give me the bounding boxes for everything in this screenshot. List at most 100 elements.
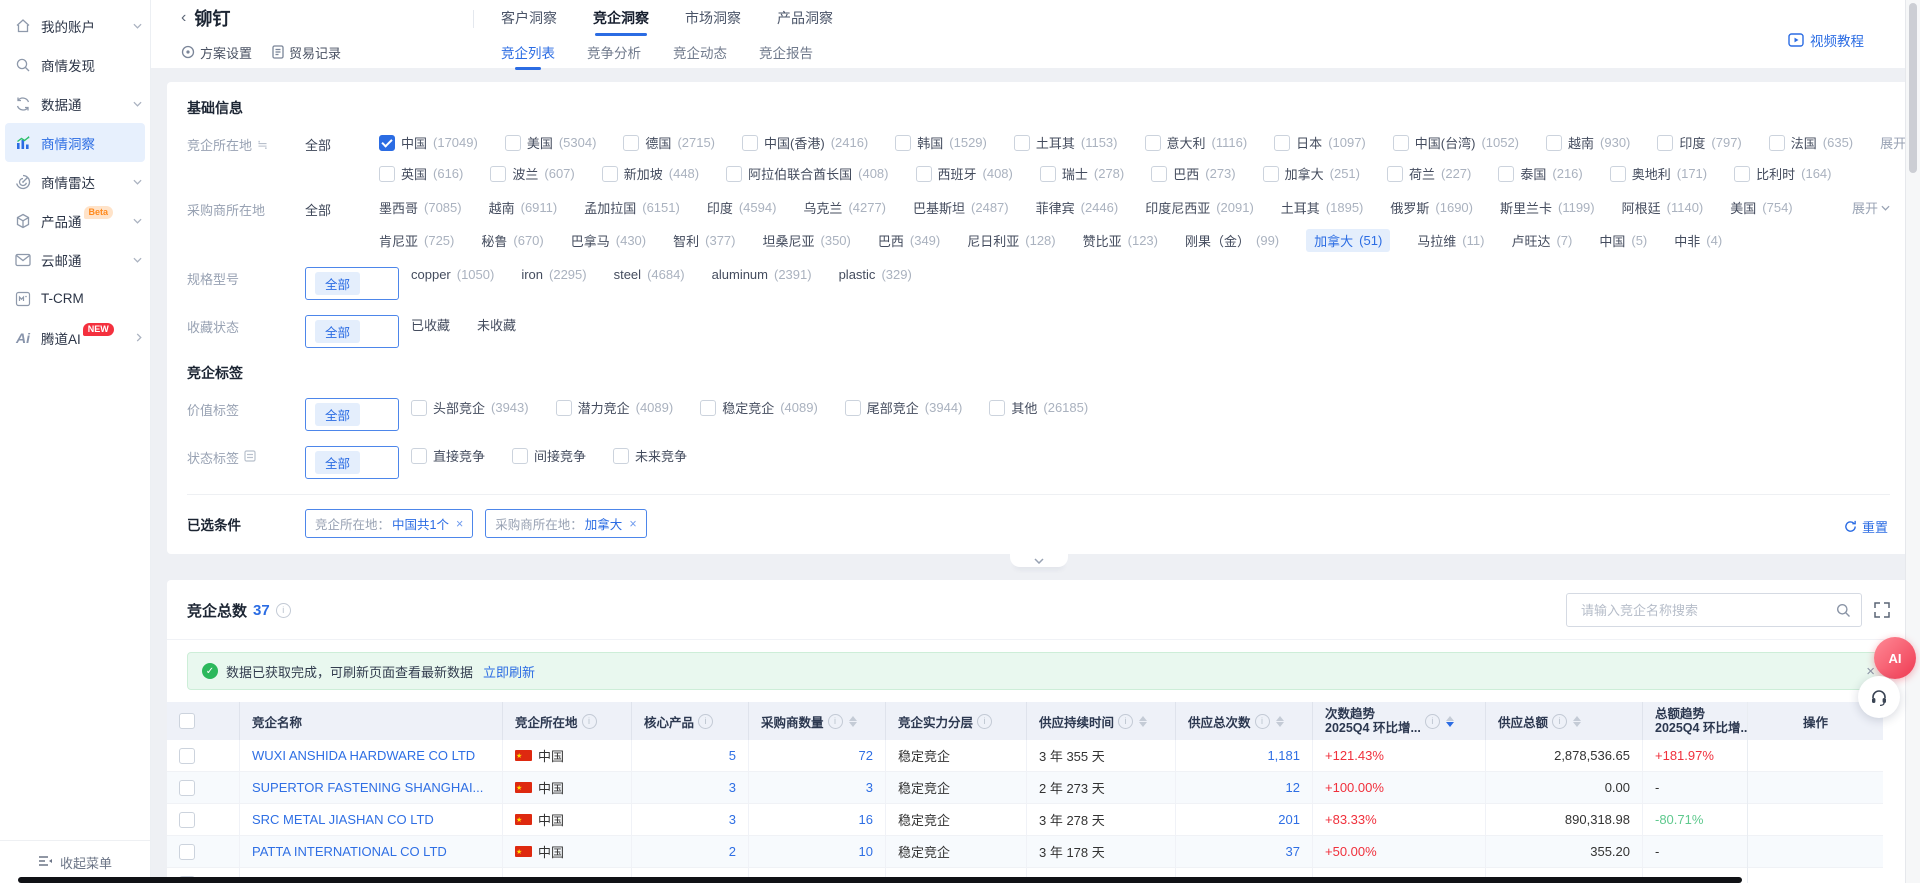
filter-option[interactable]: 德国(2715) [623,133,715,152]
fullscreen-icon[interactable] [1874,602,1890,618]
checkbox[interactable] [1657,135,1673,151]
filter-all-option[interactable]: 全部 [305,267,399,300]
supply-times-count[interactable]: 1,181 [1267,748,1300,763]
filter-option[interactable]: 奥地利(171) [1610,164,1707,183]
sidebar-item-biz-discovery[interactable]: 商情发现 [0,45,150,84]
sidebar-item-product-hub[interactable]: 产品通Beta [0,201,150,240]
filter-option[interactable]: 印度(4594) [707,198,777,217]
checkbox[interactable] [1734,166,1750,182]
expand-button[interactable]: 展开 [1852,198,1890,217]
refresh-now-link[interactable]: 立即刷新 [483,662,535,681]
filter-option[interactable]: 潜力竞企(4089) [556,398,674,417]
filter-option[interactable]: 意大利(1116) [1145,133,1248,152]
sidebar-item-biz-radar[interactable]: 商情雷达 [0,162,150,201]
checkbox[interactable] [916,166,932,182]
sort-icon[interactable] [1139,716,1147,727]
tab-客户洞察[interactable]: 客户洞察 [501,0,557,36]
filter-option[interactable]: 巴西(349) [878,231,940,250]
company-name-link[interactable]: PATTA INTERNATIONAL CO LTD [252,844,447,859]
buyers-count[interactable]: 3 [866,780,873,795]
checkbox[interactable] [490,166,506,182]
competitor-search-input[interactable] [1579,602,1836,619]
filter-option[interactable]: 韩国(1529) [895,133,987,152]
supply-times-count[interactable]: 12 [1286,780,1300,795]
checkbox[interactable] [1610,166,1626,182]
collapse-filters-tab[interactable] [1010,554,1068,567]
vertical-scrollbar-thumb[interactable] [1909,3,1917,173]
filter-all-option[interactable]: 全部 [305,133,379,154]
checkbox[interactable] [845,400,861,416]
filter-option[interactable]: 马拉维(11) [1417,231,1484,250]
filter-option[interactable]: 肯尼亚(725) [379,231,454,250]
supply-times-count[interactable]: 37 [1286,844,1300,859]
filter-option[interactable]: 墨西哥(7085) [379,198,462,217]
checkbox[interactable] [505,135,521,151]
filter-option[interactable]: 间接竞争 [512,446,586,465]
filter-option[interactable]: 赞比亚(123) [1083,231,1158,250]
filter-option[interactable]: 巴基斯坦(2487) [913,198,1009,217]
checkbox-checked[interactable] [379,135,395,151]
filter-option[interactable]: 未来竞争 [613,446,687,465]
checkbox[interactable] [411,448,427,464]
sort-icon[interactable] [1446,716,1454,727]
core-products-count[interactable]: 3 [729,780,736,795]
tab-产品洞察[interactable]: 产品洞察 [777,0,833,36]
checkbox[interactable] [742,135,758,151]
checkbox[interactable] [512,448,528,464]
subtab-竞争分析[interactable]: 竞争分析 [587,42,641,62]
filter-option[interactable]: 乌克兰(4277) [803,198,886,217]
supply-times-count[interactable]: 201 [1278,812,1300,827]
core-products-count[interactable]: 5 [729,748,736,763]
horizontal-scrollbar[interactable] [18,877,1742,883]
filter-option[interactable]: plastic(329) [839,267,912,282]
filter-option[interactable]: aluminum(2391) [712,267,812,282]
remove-chip-icon[interactable]: × [456,517,463,531]
filter-option[interactable]: 土耳其(1153) [1014,133,1118,152]
company-name-link[interactable]: WUXI ANSHIDA HARDWARE CO LTD [252,748,475,763]
filter-option[interactable]: 比利时(164) [1734,164,1831,183]
filter-option[interactable]: 加拿大(51) [1306,229,1390,252]
filter-option[interactable]: 中非(4) [1674,231,1722,250]
filter-all-option[interactable]: 全部 [305,198,379,219]
row-checkbox[interactable] [179,844,195,860]
filter-option[interactable]: 波兰(607) [490,164,574,183]
filter-option[interactable]: 中国(5) [1599,231,1647,250]
checkbox[interactable] [613,448,629,464]
checkbox[interactable] [1546,135,1562,151]
filter-option[interactable]: 越南(6911) [489,198,558,217]
row-checkbox[interactable] [179,748,195,764]
sidebar-item-my-account[interactable]: 我的账户 [0,6,150,45]
checkbox[interactable] [1014,135,1030,151]
filter-option[interactable]: 越南(930) [1546,133,1630,152]
filter-option[interactable]: 头部竞企(3943) [411,398,529,417]
plan-settings-button[interactable]: 方案设置 [181,43,252,62]
filter-option[interactable]: 巴西(273) [1151,164,1235,183]
sidebar-item-biz-insight[interactable]: 商情洞察 [5,123,145,162]
back-icon[interactable]: ‹ [181,9,186,27]
filter-option[interactable]: 稳定竞企(4089) [700,398,818,417]
filter-option[interactable]: 中国(香港)(2416) [742,133,868,152]
sidebar-item-tendata-ai[interactable]: Ai腾道AINEW [0,318,150,357]
filter-option[interactable]: 尼日利亚(128) [967,231,1055,250]
checkbox[interactable] [1151,166,1167,182]
remove-chip-icon[interactable]: × [629,517,636,531]
filter-option[interactable]: 荷兰(227) [1387,164,1471,183]
filter-option[interactable]: 坦桑尼亚(350) [763,231,851,250]
checkbox[interactable] [1263,166,1279,182]
filter-option[interactable]: 印度(797) [1657,133,1741,152]
filter-option[interactable]: 俄罗斯(1690) [1390,198,1473,217]
filter-option[interactable]: 泰国(216) [1498,164,1582,183]
checkbox[interactable] [1387,166,1403,182]
filter-option[interactable]: 斯里兰卡(1199) [1500,198,1595,217]
filter-option[interactable]: 西班牙(408) [916,164,1013,183]
search-icon[interactable] [1836,603,1851,618]
buyers-count[interactable]: 16 [859,812,873,827]
filter-option[interactable]: 美国(754) [1730,198,1792,217]
tab-竞企洞察[interactable]: 竞企洞察 [593,0,649,36]
filter-option[interactable]: copper(1050) [411,267,494,282]
filter-option[interactable]: 中国(17049) [379,133,478,152]
row-checkbox[interactable] [179,780,195,796]
sort-icon[interactable] [1573,716,1581,727]
filter-option[interactable]: 日本(1097) [1274,133,1366,152]
filter-option[interactable]: 加拿大(251) [1263,164,1360,183]
